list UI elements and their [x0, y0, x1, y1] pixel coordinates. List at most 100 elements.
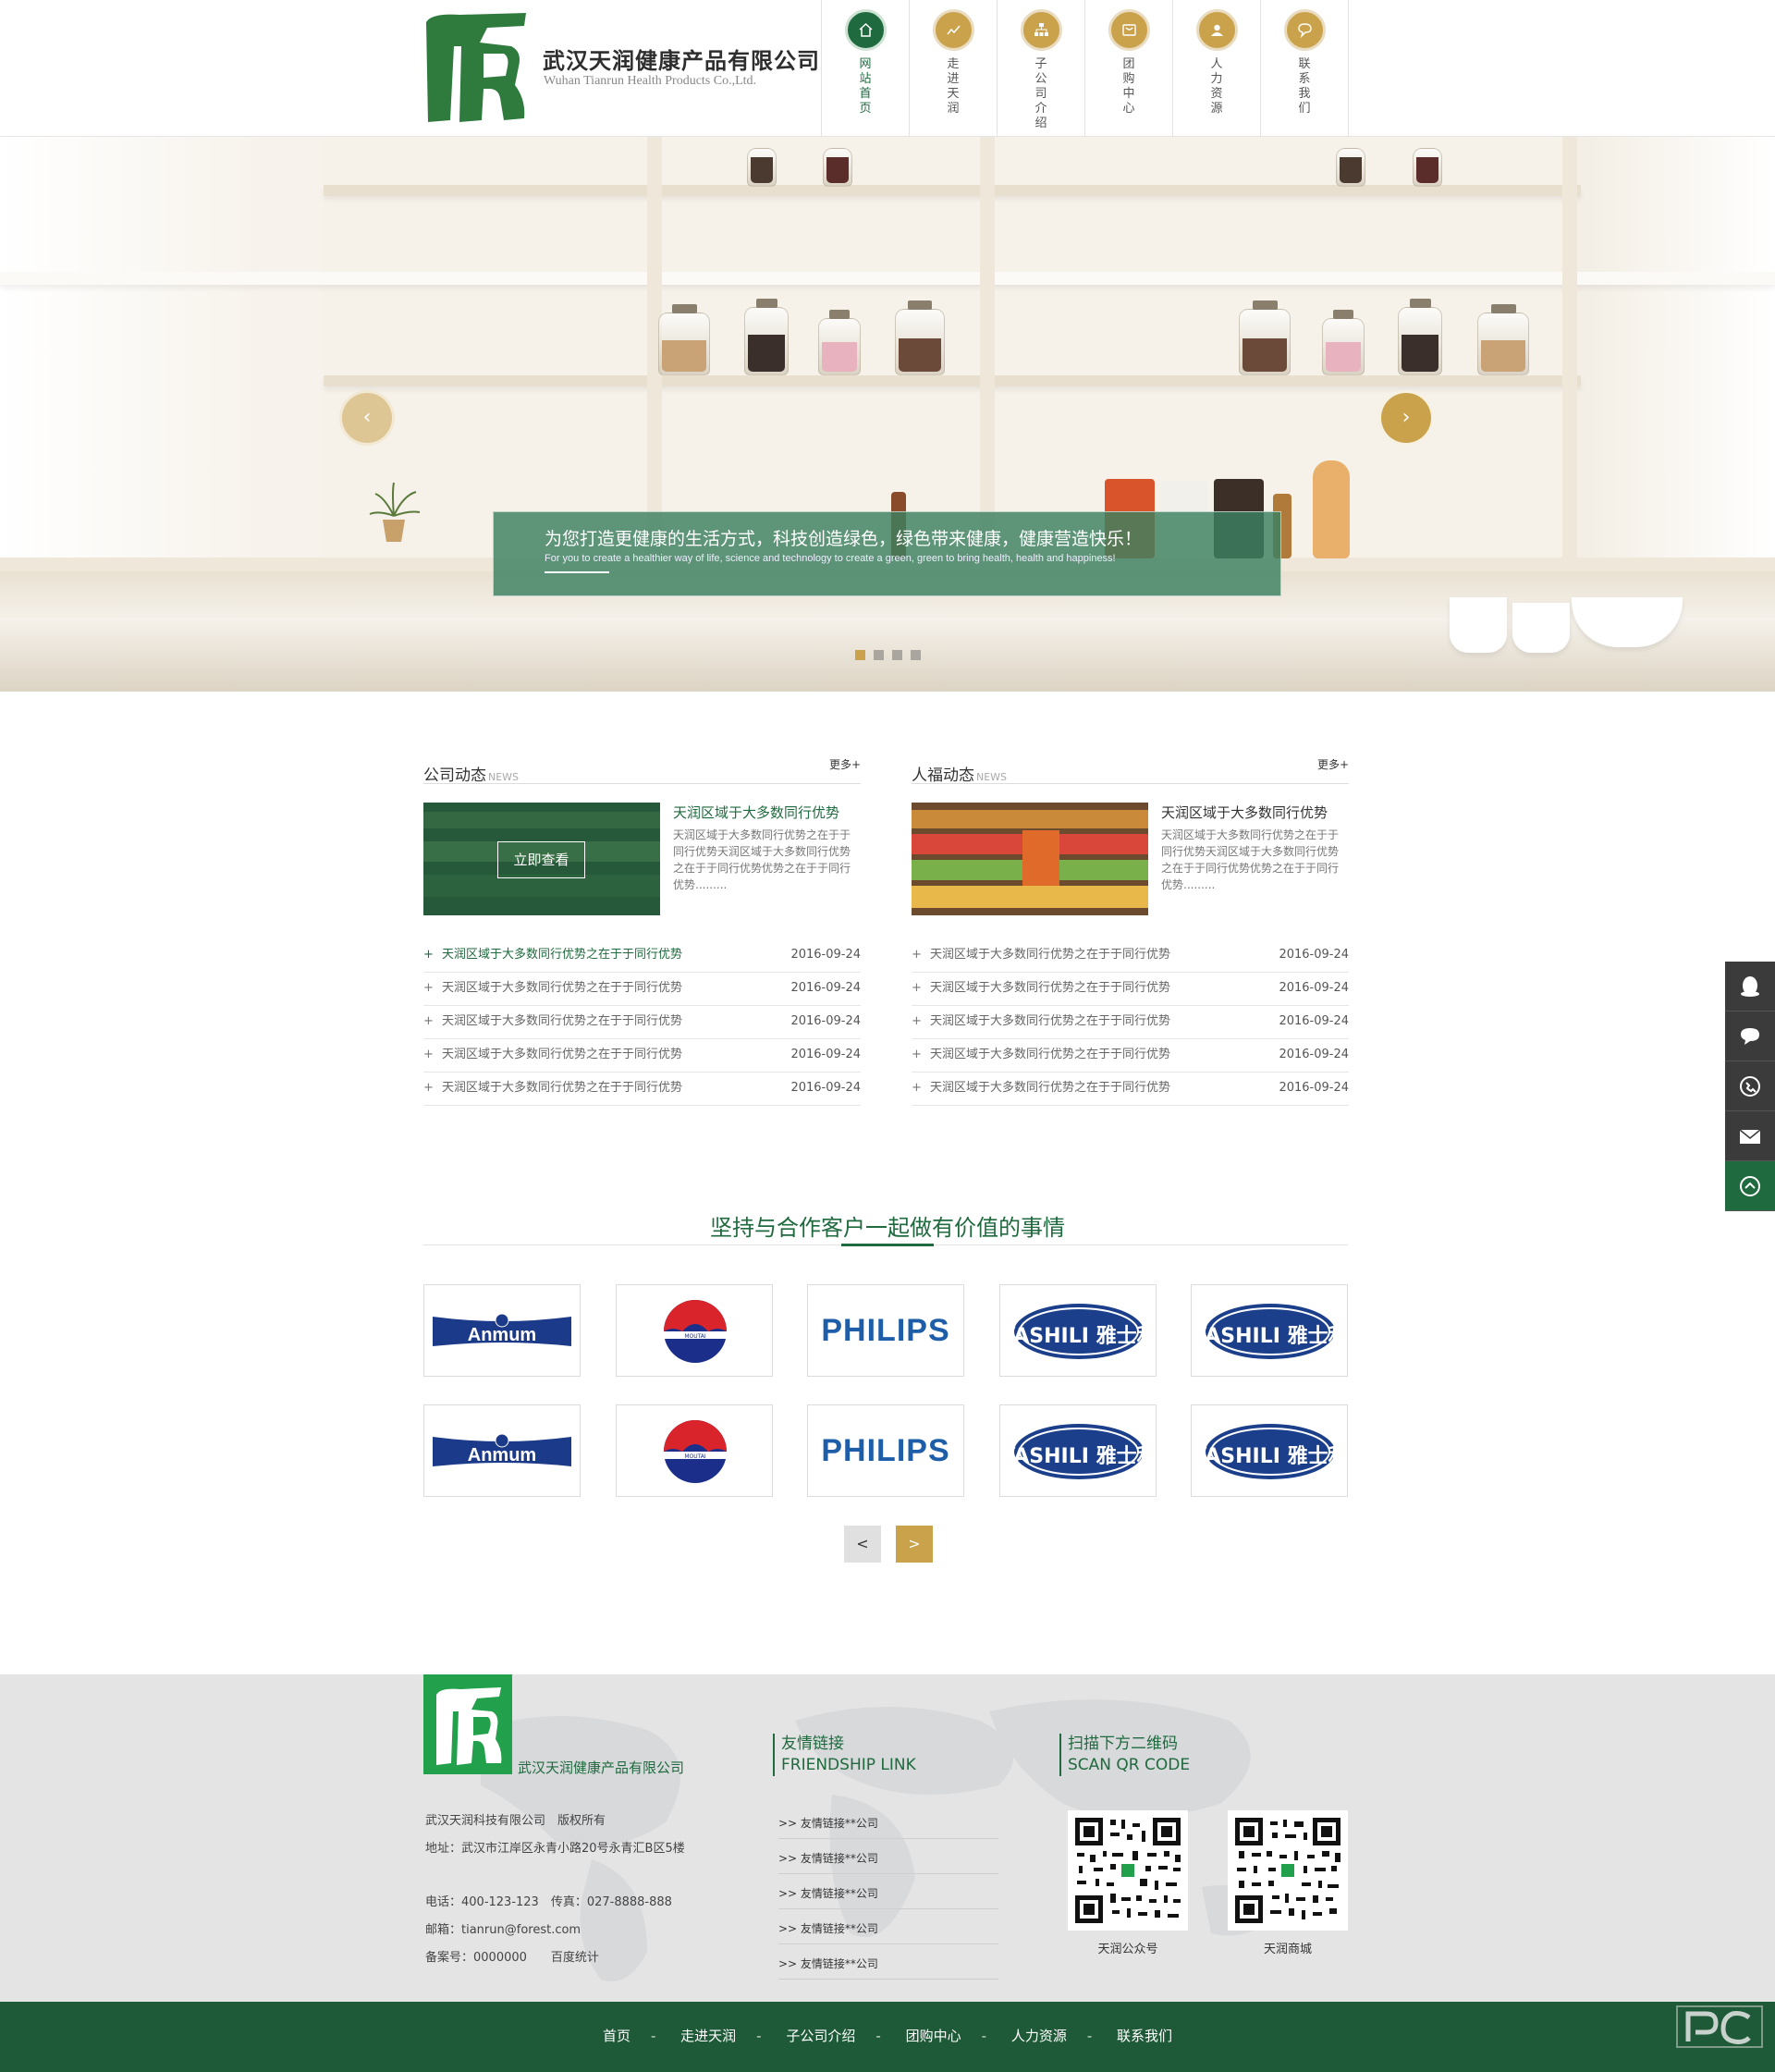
email-button[interactable] [1725, 1111, 1775, 1161]
banner-dot[interactable] [892, 650, 902, 660]
phone-icon [1740, 1076, 1760, 1097]
partner-logo-moutai[interactable]: MOUTAI [616, 1284, 773, 1377]
friend-link[interactable]: >> 友情链接**公司 [778, 1874, 998, 1909]
news-list-item[interactable]: + 天润区域于大多数同行优势之在于于同行优势 2016-09-24 [912, 1073, 1349, 1106]
featured-news-summary: 天润区域于大多数同行优势之在于于同行优势天润区域于大多数同行优势之在于于同行优势… [673, 828, 851, 891]
qr-title-en: SCAN QR CODE [1068, 1756, 1191, 1774]
friend-link[interactable]: >> 友情链接**公司 [778, 1944, 998, 1980]
nav-label: 走进天润 [947, 57, 960, 116]
nav-item-subsidiaries[interactable]: 子公司介绍 [998, 0, 1085, 137]
bottom-nav-home[interactable]: 首页 [603, 2028, 630, 2044]
partner-logo-yashili[interactable]: YASHILI 雅士利 [999, 1404, 1157, 1497]
friend-link[interactable]: >> 友情链接**公司 [778, 1804, 998, 1839]
featured-news-title[interactable]: 天润区域于大多数同行优势 [673, 803, 839, 822]
hero-banner: 为您打造更健康的生活方式，科技创造绿色，绿色带来健康，健康营造快乐！ For y… [0, 137, 1775, 692]
section-header: 人福动态 NEWS 更多+ [912, 754, 1349, 785]
banner-dot[interactable] [874, 650, 884, 660]
news-item-title[interactable]: 天润区域于大多数同行优势之在于于同行优势 [442, 1039, 682, 1071]
back-to-top-button[interactable] [1725, 1161, 1775, 1211]
cart-icon [1108, 9, 1150, 51]
partner-logo-anmum[interactable]: Anmum [423, 1284, 581, 1377]
shelf-post [1562, 137, 1577, 562]
partner-logo-anmum[interactable]: Anmum [423, 1404, 581, 1497]
section-title-cn: 人福动态 [912, 766, 974, 785]
friend-link-text[interactable]: >> 友情链接**公司 [778, 1957, 878, 1970]
news-list-item[interactable]: + 天润区域于大多数同行优势之在于于同行优势 2016-09-24 [912, 973, 1349, 1006]
partners-prev-button[interactable]: < [844, 1526, 881, 1563]
news-item-title[interactable]: 天润区域于大多数同行优势之在于于同行优势 [930, 1006, 1170, 1037]
nav-label: 人力资源 [1210, 57, 1223, 116]
chat-icon [1284, 9, 1326, 51]
nav-item-contact[interactable]: 联系我们 [1261, 0, 1349, 137]
moutai-logo: MOUTAI [664, 1420, 727, 1483]
partners-next-button[interactable]: > [896, 1526, 933, 1563]
banner-shelf-background [324, 137, 1581, 562]
partner-logo-philips[interactable]: PHILIPS [807, 1284, 964, 1377]
news-list-item[interactable]: + 天润区域于大多数同行优势之在于于同行优势 2016-09-24 [423, 939, 861, 973]
footer-email: 邮箱：tianrun@forest.com [425, 1923, 581, 1937]
news-list-item[interactable]: + 天润区域于大多数同行优势之在于于同行优势 2016-09-24 [912, 939, 1349, 973]
industry-news-section: 人福动态 NEWS 更多+ 天润区域于大多数同行优势 天润区域于大多数同行优势之在… [912, 754, 1349, 1106]
news-item-title[interactable]: 天润区域于大多数同行优势之在于于同行优势 [930, 1039, 1170, 1071]
chat-button[interactable] [1725, 1011, 1775, 1061]
friend-link[interactable]: >> 友情链接**公司 [778, 1909, 998, 1944]
news-item-title[interactable]: 天润区域于大多数同行优势之在于于同行优势 [442, 1073, 682, 1104]
news-list-item[interactable]: + 天润区域于大多数同行优势之在于于同行优势 2016-09-24 [423, 1073, 861, 1106]
more-link[interactable]: 更多+ [829, 756, 861, 772]
shelf [0, 272, 1775, 285]
news-list-item[interactable]: + 天润区域于大多数同行优势之在于于同行优势 2016-09-24 [423, 1006, 861, 1039]
nav-item-home[interactable]: 网站首页 [822, 0, 910, 137]
chevron-left-icon: ‹ [362, 406, 372, 429]
company-logo[interactable] [422, 9, 530, 125]
banner-dot[interactable] [911, 650, 921, 660]
qq-button[interactable] [1725, 962, 1775, 1011]
watermark-logo [1676, 2005, 1763, 2048]
friend-link-text[interactable]: >> 友情链接**公司 [778, 1817, 878, 1830]
bottom-nav-about[interactable]: 走进天润 [680, 2028, 736, 2044]
friend-link-text[interactable]: >> 友情链接**公司 [778, 1852, 878, 1865]
partner-logo-yashili[interactable]: YASHILI 雅士利 [1191, 1404, 1348, 1497]
view-now-button[interactable]: 立即查看 [497, 841, 585, 878]
chart-icon [933, 9, 974, 51]
bottom-nav-hr[interactable]: 人力资源 [1011, 2028, 1067, 2044]
featured-news-title[interactable]: 天润区域于大多数同行优势 [1161, 803, 1328, 822]
more-link[interactable]: 更多+ [1317, 756, 1349, 772]
news-list-item[interactable]: + 天润区域于大多数同行优势之在于于同行优势 2016-09-24 [912, 1006, 1349, 1039]
news-item-title[interactable]: 天润区域于大多数同行优势之在于于同行优势 [442, 939, 682, 971]
news-item-title[interactable]: 天润区域于大多数同行优势之在于于同行优势 [930, 973, 1170, 1004]
news-item-title[interactable]: 天润区域于大多数同行优势之在于于同行优势 [442, 973, 682, 1004]
news-item-title[interactable]: 天润区域于大多数同行优势之在于于同行优势 [442, 1006, 682, 1037]
qq-icon [1741, 976, 1759, 997]
banner-next-button[interactable]: › [1378, 390, 1434, 446]
nav-item-group-buy[interactable]: 团购中心 [1085, 0, 1173, 137]
news-list-item[interactable]: + 天润区域于大多数同行优势之在于于同行优势 2016-09-24 [423, 973, 861, 1006]
friend-link-text[interactable]: >> 友情链接**公司 [778, 1887, 878, 1900]
news-item-title[interactable]: 天润区域于大多数同行优势之在于于同行优势 [930, 939, 1170, 971]
yashili-logo: YASHILI 雅士利 [1012, 1304, 1145, 1359]
news-item-title[interactable]: 天润区域于大多数同行优势之在于于同行优势 [930, 1073, 1170, 1104]
friend-link[interactable]: >> 友情链接**公司 [778, 1839, 998, 1874]
bottom-nav-subsidiaries[interactable]: 子公司介绍 [786, 2028, 855, 2044]
banner-prev-button[interactable]: ‹ [339, 390, 395, 446]
moutai-logo: MOUTAI [664, 1300, 727, 1363]
bottom-nav-group-buy[interactable]: 团购中心 [906, 2028, 961, 2044]
friend-link-text[interactable]: >> 友情链接**公司 [778, 1922, 878, 1935]
partner-logo-moutai[interactable]: MOUTAI [616, 1404, 773, 1497]
phone-button[interactable] [1725, 1061, 1775, 1111]
news-list-item[interactable]: + 天润区域于大多数同行优势之在于于同行优势 2016-09-24 [912, 1039, 1349, 1073]
news-list-item[interactable]: + 天润区域于大多数同行优势之在于于同行优势 2016-09-24 [423, 1039, 861, 1073]
nav-item-about[interactable]: 走进天润 [910, 0, 998, 137]
bottom-nav-contact[interactable]: 联系我们 [1117, 2028, 1172, 2044]
potted-plant [369, 482, 421, 542]
banner-dot[interactable] [855, 650, 865, 660]
nav-item-hr[interactable]: 人力资源 [1173, 0, 1261, 137]
featured-news-image[interactable] [912, 803, 1148, 915]
footer-logo[interactable] [423, 1674, 512, 1774]
partner-logo-text: MOUTAI [684, 1333, 706, 1340]
qr-code-mall [1228, 1810, 1348, 1931]
partner-logo-yashili[interactable]: YASHILI 雅士利 [1191, 1284, 1348, 1377]
partner-logo-text: MOUTAI [684, 1453, 706, 1460]
partner-logo-yashili[interactable]: YASHILI 雅士利 [999, 1284, 1157, 1377]
partner-logo-philips[interactable]: PHILIPS [807, 1404, 964, 1497]
jar [747, 148, 777, 187]
